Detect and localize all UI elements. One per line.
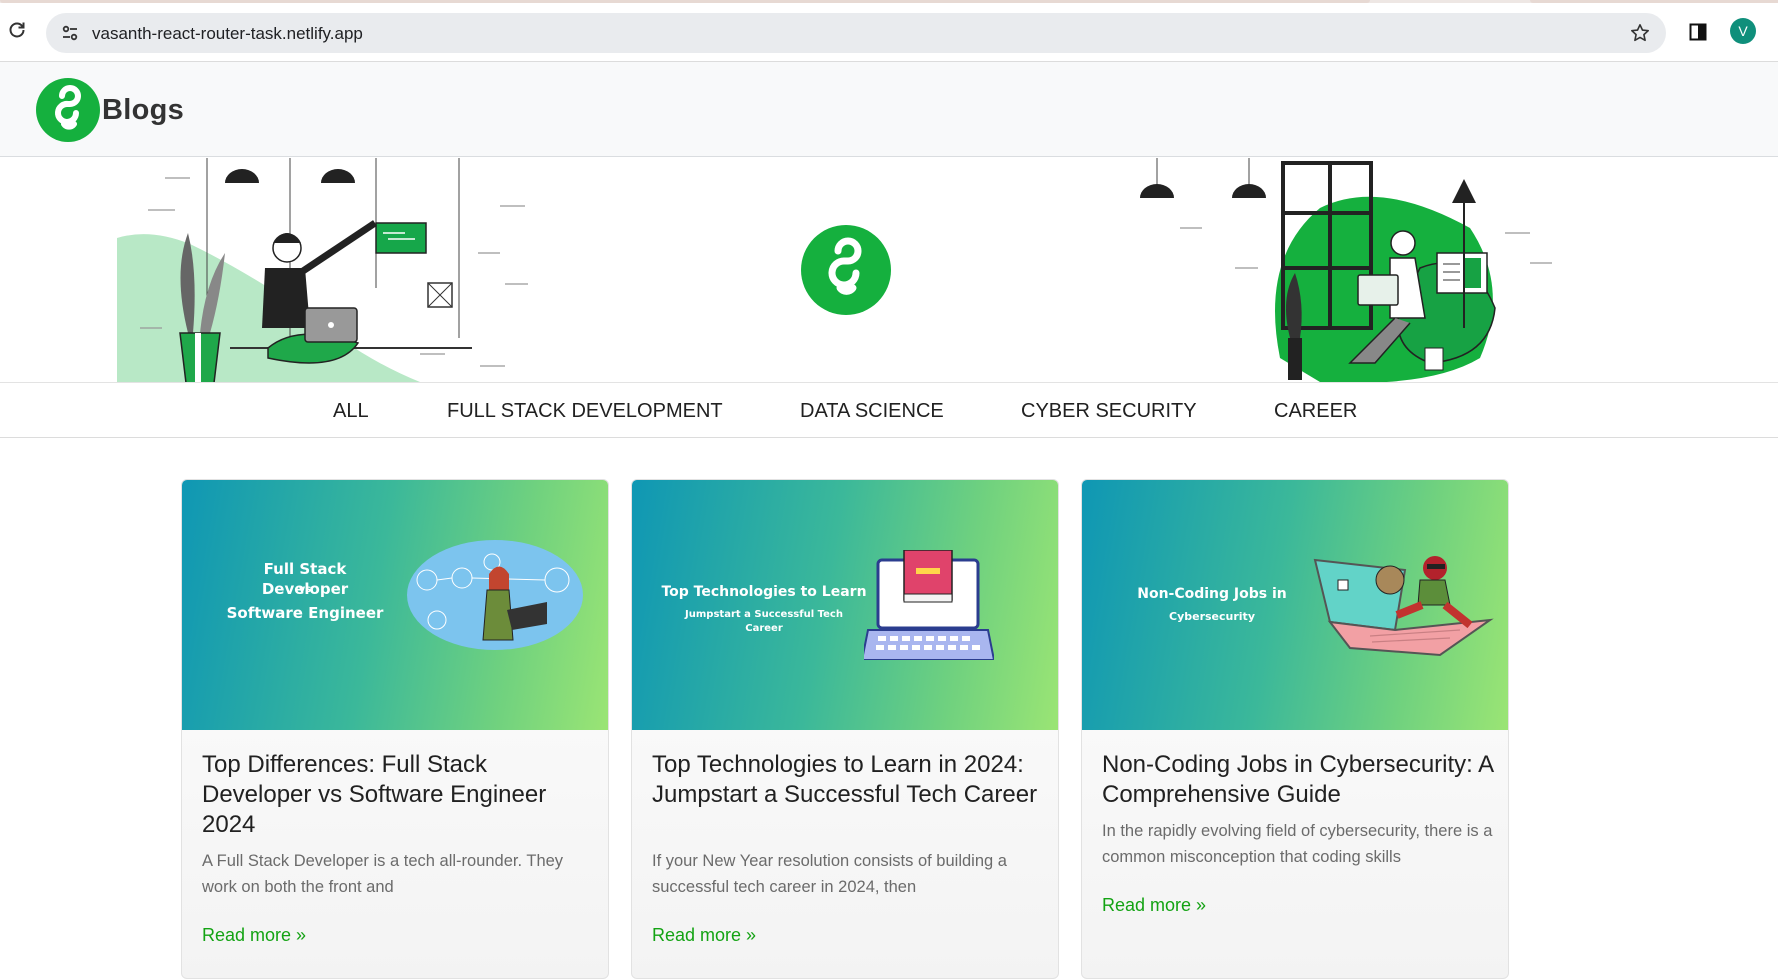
read-more-link[interactable]: Read more » <box>202 925 306 946</box>
post-title[interactable]: Top Differences: Full Stack Developer vs… <box>202 750 594 840</box>
site-info-icon[interactable] <box>58 21 82 45</box>
category-cyber-security[interactable]: CYBER SECURITY <box>1021 400 1197 423</box>
banner-subtitle: Cybersecurity <box>1169 610 1255 623</box>
banner-subtitle: Jumpstart a Successful Tech Career <box>685 609 843 634</box>
category-full-stack-development[interactable]: FULL STACK DEVELOPMENT <box>447 400 723 423</box>
post-card[interactable]: Full Stack Developer vs Software Enginee… <box>181 479 609 979</box>
browser-toolbar: vasanth-react-router-task.netlify.app V <box>0 0 1778 62</box>
brand[interactable]: Blogs <box>36 78 184 142</box>
read-more-link[interactable]: Read more » <box>652 925 756 946</box>
category-nav: ALL FULL STACK DEVELOPMENT DATA SCIENCE … <box>0 382 1778 438</box>
brand-logo-icon <box>36 78 100 142</box>
hero-illustration <box>117 158 1552 382</box>
tab-strip <box>0 0 1778 3</box>
profile-avatar[interactable]: V <box>1730 18 1756 44</box>
reload-icon[interactable] <box>4 17 30 43</box>
post-excerpt: A Full Stack Developer is a tech all-rou… <box>202 852 564 896</box>
developer-illustration <box>407 540 583 650</box>
post-banner: Non-Coding Jobs in Cybersecurity <box>1082 480 1508 730</box>
post-title[interactable]: Top Technologies to Learn in 2024: Jumps… <box>652 750 1044 810</box>
post-card[interactable]: Non-Coding Jobs in Cybersecurity Non-Cod… <box>1081 479 1509 979</box>
post-banner: Full Stack Developer vs Software Enginee… <box>182 480 608 730</box>
banner-title: Non-Coding Jobs in <box>1137 586 1287 602</box>
hacker-laptop-illustration <box>1313 556 1494 657</box>
laptop-book-illustration <box>864 550 994 660</box>
hero-banner <box>0 158 1778 382</box>
site-header: Blogs <box>0 62 1778 157</box>
address-bar[interactable]: vasanth-react-router-task.netlify.app <box>46 13 1666 53</box>
url-text[interactable]: vasanth-react-router-task.netlify.app <box>92 24 363 44</box>
post-excerpt: In the rapidly evolving field of cyberse… <box>1102 822 1493 866</box>
bookmark-star-icon[interactable] <box>1628 21 1652 45</box>
banner-vs: vs <box>298 584 312 595</box>
post-title[interactable]: Non-Coding Jobs in Cybersecurity: A Comp… <box>1102 750 1494 810</box>
post-card[interactable]: Top Technologies to Learn Jumpstart a Su… <box>631 479 1059 979</box>
tab-inactive-edge <box>1530 0 1778 3</box>
category-data-science[interactable]: DATA SCIENCE <box>800 400 944 423</box>
category-career[interactable]: CAREER <box>1274 400 1357 423</box>
category-all[interactable]: ALL <box>333 400 369 423</box>
tab-active-edge <box>0 0 1370 3</box>
post-excerpt: If your New Year resolution consists of … <box>652 852 1007 896</box>
banner-title: Top Technologies to Learn <box>661 584 867 600</box>
banner-subtitle: Software Engineer <box>226 604 384 622</box>
brand-name: Blogs <box>102 93 185 126</box>
side-panel-icon[interactable] <box>1686 20 1710 44</box>
read-more-link[interactable]: Read more » <box>1102 895 1206 916</box>
post-banner: Top Technologies to Learn Jumpstart a Su… <box>632 480 1058 730</box>
